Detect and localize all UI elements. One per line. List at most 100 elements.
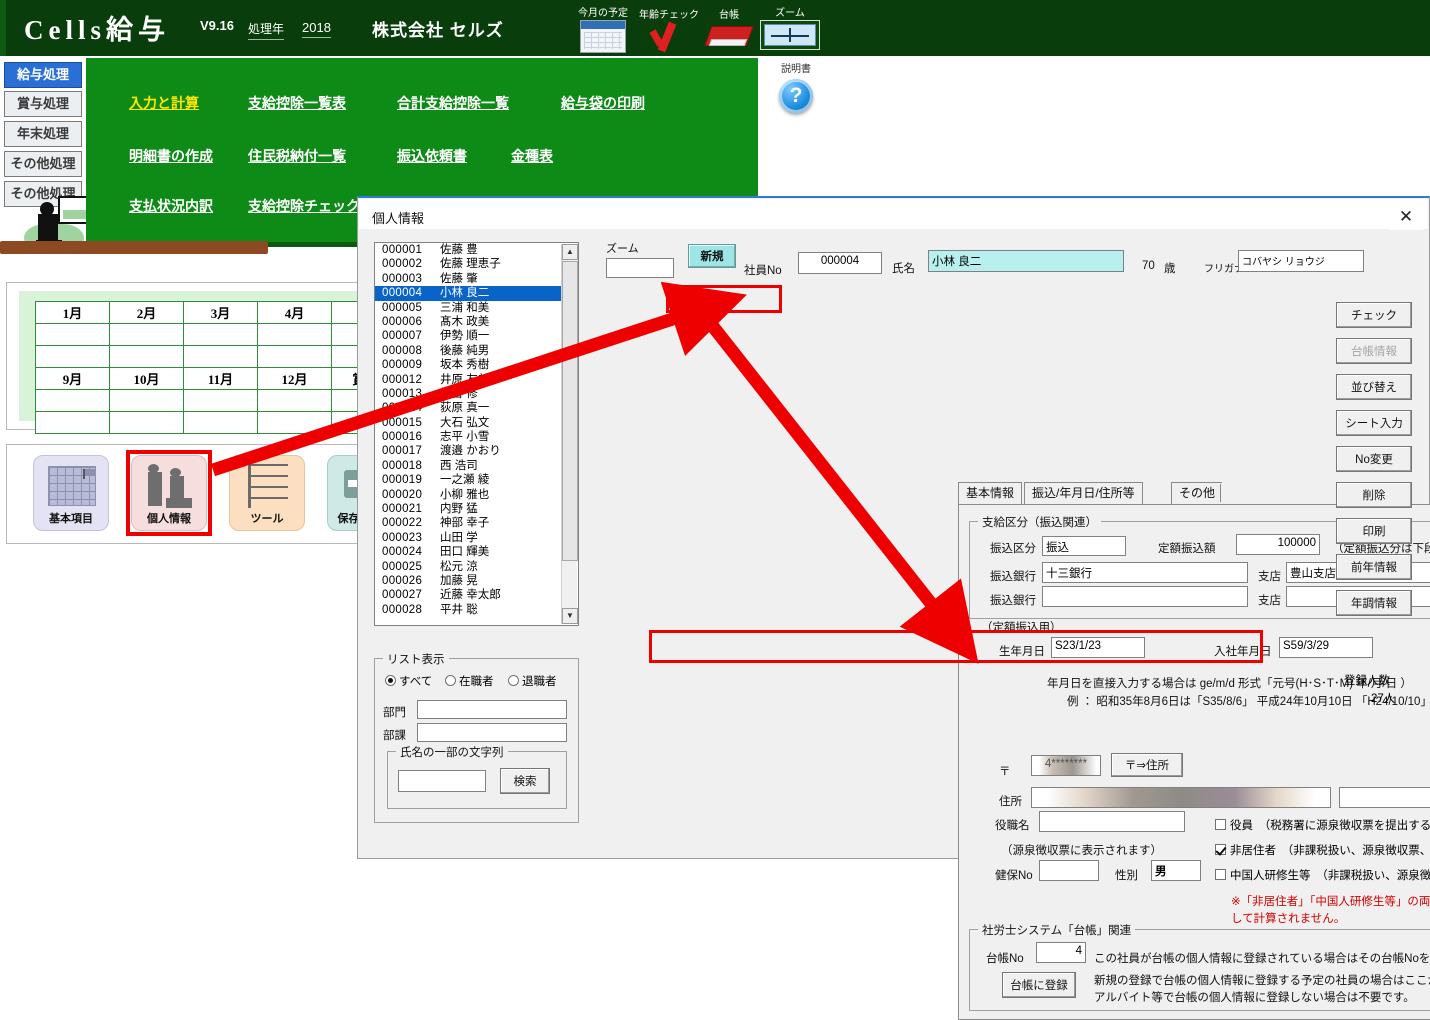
join-date-select[interactable]: S59/3/29	[1279, 637, 1373, 658]
side-button-9[interactable]: 年調情報	[1336, 590, 1412, 616]
month-cell[interactable]: 12月	[257, 367, 332, 390]
list-item[interactable]: 000014 荻原 真一	[375, 401, 578, 415]
board-link-kyuyobukuro-print[interactable]: 給与袋の印刷	[561, 93, 645, 113]
radio-active[interactable]: 在職者	[445, 673, 494, 689]
list-item[interactable]: 000019 一之瀬 綾	[375, 473, 578, 487]
list-item[interactable]: 000025 松元 涼	[375, 560, 578, 574]
tab-sonota[interactable]: その他	[1171, 482, 1223, 504]
fixed-amount-field[interactable]: 100000	[1236, 534, 1320, 555]
scroll-down-icon[interactable]: ▼	[562, 608, 578, 624]
value-cell[interactable]	[109, 323, 184, 346]
list-item[interactable]: 000018 西 浩司	[375, 459, 578, 473]
board-link-shikyu-kojo-check[interactable]: 支給控除チェック	[248, 196, 360, 216]
checkbox-chinese-trainee[interactable]: 中国人研修生等 （非課税扱い、源泉徴収票に影響します）	[1215, 867, 1430, 883]
sidebar-item-sonota1[interactable]: その他処理	[4, 151, 82, 177]
side-button-7[interactable]: 印刷	[1336, 518, 1412, 544]
tab-furikomi[interactable]: 振込/年月日/住所等	[1024, 482, 1143, 504]
board-link-meisaisho[interactable]: 明細書の作成	[129, 146, 213, 166]
list-item[interactable]: 000016 志平 小雪	[375, 430, 578, 444]
daicho-no-field[interactable]: 4	[1036, 942, 1086, 963]
tab-kihon-joho[interactable]: 基本情報	[958, 482, 1023, 504]
side-button-8[interactable]: 前年情報	[1336, 554, 1412, 580]
side-button-4[interactable]: シート入力	[1336, 410, 1412, 436]
side-button-6[interactable]: 削除	[1336, 482, 1412, 508]
month-cell[interactable]: 9月	[35, 367, 110, 390]
daicho-register-button[interactable]: 台帳に登録	[1002, 972, 1076, 998]
list-item[interactable]: 000007 伊勢 順一	[375, 329, 578, 343]
scroll-up-icon[interactable]: ▲	[562, 244, 578, 260]
list-item[interactable]: 000005 三浦 和美	[375, 301, 578, 315]
value-cell[interactable]	[35, 345, 110, 368]
list-item[interactable]: 000013 加古 修	[375, 387, 578, 401]
list-item[interactable]: 000017 渡邉 かおり	[375, 444, 578, 458]
value-cell[interactable]	[257, 389, 332, 412]
close-icon[interactable]: ✕	[1389, 204, 1423, 230]
value-cell[interactable]	[109, 389, 184, 412]
list-item[interactable]: 000008 後藤 純男	[375, 344, 578, 358]
side-button-5[interactable]: No変更	[1336, 446, 1412, 472]
scrollbar-thumb[interactable]	[562, 261, 578, 561]
radio-retired[interactable]: 退職者	[508, 673, 557, 689]
manual-button[interactable]: 説明書 ?	[770, 60, 822, 113]
new-button[interactable]: 新規	[688, 244, 736, 268]
board-link-input-calc[interactable]: 入力と計算	[129, 93, 199, 113]
zoom-select[interactable]	[606, 258, 674, 278]
board-link-shikyu-kojo-list[interactable]: 支給控除一覧表	[248, 93, 346, 113]
month-cell[interactable]: 2月	[109, 301, 184, 324]
kenpo-field[interactable]	[1039, 860, 1099, 881]
checkbox-hikyojusha[interactable]: 非居住者 （非課税扱い、源泉徴収票、支払状況内訳書に影響します）	[1215, 842, 1430, 858]
value-cell[interactable]	[109, 411, 184, 434]
bumon-select[interactable]	[417, 700, 567, 719]
kana-field[interactable]: コバヤシ リョウジ	[1238, 250, 1364, 272]
gender-select[interactable]: 男	[1151, 860, 1201, 881]
value-cell[interactable]	[183, 389, 258, 412]
post-field[interactable]	[1039, 811, 1185, 832]
month-cell[interactable]: 11月	[183, 367, 258, 390]
list-item[interactable]: 000021 内野 猛	[375, 502, 578, 516]
list-item[interactable]: 000022 神部 幸子	[375, 516, 578, 530]
zip-to-address-button[interactable]: 〒⇒住所	[1111, 753, 1183, 777]
side-button-1[interactable]: チェック	[1336, 302, 1412, 328]
sidebar-item-nenmatsu[interactable]: 年末処理	[4, 121, 82, 147]
bank-field[interactable]: 十三銀行	[1042, 562, 1248, 583]
sidebar-item-shoyo[interactable]: 賞与処理	[4, 91, 82, 117]
list-item[interactable]: 000003 佐藤 肇	[375, 272, 578, 286]
list-item[interactable]: 000004 小林 良二	[375, 286, 578, 301]
employee-list-scrollbar[interactable]: ▲ ▼	[561, 244, 578, 624]
list-item[interactable]: 000012 井原 友美	[375, 373, 578, 387]
list-item[interactable]: 000027 近藤 幸太郎	[375, 588, 578, 602]
employee-no-field[interactable]: 000004	[798, 252, 882, 274]
board-link-kinshuhyo[interactable]: 金種表	[511, 146, 553, 166]
birth-date-select[interactable]: S23/1/23	[1051, 637, 1145, 658]
buka-select[interactable]	[417, 723, 567, 742]
radio-all[interactable]: すべて	[385, 673, 432, 689]
value-cell[interactable]	[183, 345, 258, 368]
processing-year-value[interactable]: 2018	[302, 20, 331, 38]
value-cell[interactable]	[35, 389, 110, 412]
list-item[interactable]: 000023 山田 学	[375, 531, 578, 545]
side-button-3[interactable]: 並び替え	[1336, 374, 1412, 400]
list-item[interactable]: 000001 佐藤 豊	[375, 243, 578, 257]
value-cell[interactable]	[35, 323, 110, 346]
month-cell[interactable]: 10月	[109, 367, 184, 390]
zoom-tool-button[interactable]: ズーム	[758, 4, 822, 50]
board-link-goukei-shikyu-kojo[interactable]: 合計支給控除一覧	[397, 93, 509, 113]
list-item[interactable]: 000015 大石 弘文	[375, 416, 578, 430]
month-cell[interactable]: 1月	[35, 301, 110, 324]
schedule-tool-button[interactable]: 今月の予定	[572, 4, 634, 53]
value-cell[interactable]	[183, 411, 258, 434]
board-link-furikomi-iraisho[interactable]: 振込依頼書	[397, 146, 467, 166]
value-cell[interactable]	[257, 411, 332, 434]
board-link-shiharai-jokyo[interactable]: 支払状況内訳	[129, 196, 213, 216]
address-field[interactable]	[1031, 787, 1331, 808]
shortcut-tool[interactable]: ツール	[229, 455, 305, 531]
bank2-field[interactable]	[1042, 586, 1248, 607]
employee-list[interactable]: 000001 佐藤 豊 000002 佐藤 理恵子 000003 佐藤 肇 000004 小林…	[374, 242, 579, 626]
month-cell[interactable]: 4月	[257, 301, 332, 324]
value-cell[interactable]	[109, 345, 184, 368]
list-item[interactable]: 000009 坂本 秀樹	[375, 358, 578, 372]
checkbox-yakuin[interactable]: 役員 （税務署に源泉徴収票を提出する場合の判定に使用します	[1215, 817, 1430, 833]
list-item[interactable]: 000002 佐藤 理恵子	[375, 257, 578, 271]
board-link-juminzei-list[interactable]: 住民税納付一覧	[248, 146, 346, 166]
zip-field[interactable]: 4********	[1031, 755, 1101, 776]
